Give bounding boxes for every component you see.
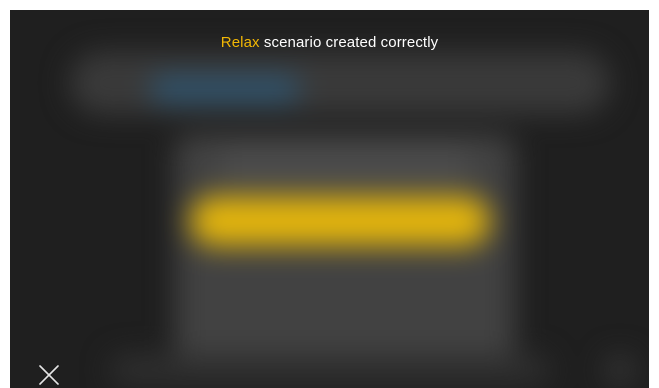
blurred-primary-button: [190, 196, 490, 246]
blurred-background: [10, 10, 649, 388]
close-icon: [39, 365, 59, 385]
toast-text: scenario created correctly: [259, 34, 439, 51]
toast-message: Relax scenario created correctly: [10, 34, 649, 51]
screen: Relax scenario created correctly: [10, 10, 649, 388]
scenario-name: Relax: [220, 34, 260, 51]
blurred-footer-corner: [605, 355, 635, 385]
blurred-tab: [150, 76, 300, 102]
blurred-panel-header: [220, 145, 470, 185]
close-button[interactable]: [38, 364, 60, 386]
blurred-footer: [110, 355, 550, 385]
